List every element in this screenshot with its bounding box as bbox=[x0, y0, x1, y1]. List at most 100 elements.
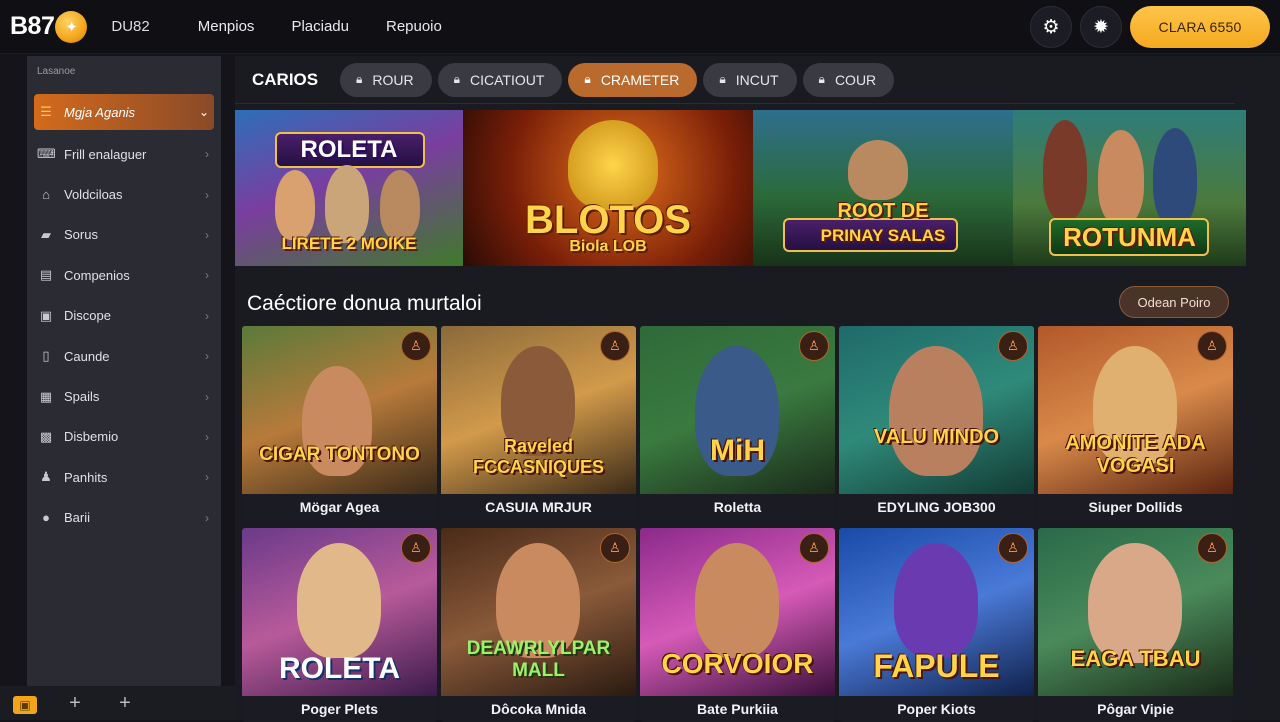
chevron-down-icon: ⌄ bbox=[198, 105, 209, 119]
chevron-right-icon: › bbox=[205, 470, 209, 485]
table-icon: ▤ bbox=[39, 267, 53, 283]
game-card[interactable]: DEAWRLYLPAR MALL ♙ Dôcoka Mnida bbox=[441, 528, 636, 722]
game-card[interactable]: AMONITE ADA VOGASI ♙ Siuper Dollids bbox=[1038, 326, 1233, 520]
banner-figure bbox=[1043, 120, 1087, 220]
sidebar-item-frill[interactable]: ⌨ Frill enalaguer › bbox=[27, 134, 221, 174]
sidebar-item-voldciloas[interactable]: ⌂ Voldciloas › bbox=[27, 174, 221, 214]
chip-incut[interactable]: 🔒︎ INCUT bbox=[703, 62, 797, 97]
sidebar-item-disbemio[interactable]: ▩ Disbemio › bbox=[27, 417, 221, 457]
nav-link-repuoio[interactable]: Repuoio bbox=[386, 18, 442, 35]
bell-icon: ♙ bbox=[410, 540, 422, 555]
favorite-button[interactable]: ♙ bbox=[998, 533, 1028, 563]
favorite-button[interactable]: ♙ bbox=[401, 331, 431, 361]
banner-root-de[interactable]: ROOT DE PRINAY SALAS bbox=[753, 110, 1013, 266]
sidebar-item-label: Barii bbox=[64, 510, 91, 526]
sidebar-item-label: Mgja Aganis bbox=[64, 104, 136, 120]
chip-label: CRAMETER bbox=[600, 71, 680, 88]
cta-button[interactable]: CLARA 6550 bbox=[1130, 6, 1270, 48]
bug-button[interactable]: ✹ bbox=[1080, 6, 1122, 48]
game-card[interactable]: CORVOIOR ♙ Bate Purkiia bbox=[640, 528, 835, 722]
favorite-button[interactable]: ♙ bbox=[799, 533, 829, 563]
lock-icon: 🔒︎ bbox=[719, 72, 726, 86]
game-name: EDYLING JOB300 bbox=[839, 494, 1034, 520]
lock-icon: 🔒︎ bbox=[453, 72, 461, 86]
main-content: CARIOS 🔒︎ ROUR 🔒︎ CICATIOUT 🔒︎ CRAMETER 🔒︎ I… bbox=[235, 56, 1280, 722]
banner-blotos[interactable]: BLOTOS Biola LOB bbox=[463, 110, 753, 266]
nav-link-menpios[interactable]: Menpios bbox=[198, 18, 255, 35]
sidebar-item-panhits[interactable]: ♟ Panhits › bbox=[27, 457, 221, 497]
favorite-button[interactable]: ♙ bbox=[799, 331, 829, 361]
list-icon: ☰ bbox=[40, 104, 52, 119]
favorite-button[interactable]: ♙ bbox=[401, 533, 431, 563]
wallet-icon: ▣ bbox=[13, 695, 37, 714]
bell-icon: ♙ bbox=[410, 338, 422, 353]
nav-link-placiadu[interactable]: Placiadu bbox=[291, 18, 349, 35]
sidebar-item-label: Panhits bbox=[64, 469, 108, 485]
sidebar-item-label: Caunde bbox=[64, 348, 110, 364]
game-card[interactable]: MiH ♙ Roletta bbox=[640, 326, 835, 520]
logo[interactable]: B87 ✦ bbox=[10, 10, 88, 43]
banner-rotunma[interactable]: ROTUNMA bbox=[1013, 110, 1246, 266]
category-bar: CARIOS 🔒︎ ROUR 🔒︎ CICATIOUT 🔒︎ CRAMETER 🔒︎ I… bbox=[235, 56, 1235, 104]
sidebar-item-discope[interactable]: ▣ Discope › bbox=[27, 296, 221, 336]
logo-text: B87 bbox=[10, 12, 55, 40]
bell-icon: ♙ bbox=[609, 540, 621, 555]
document-icon: ▣ bbox=[39, 307, 53, 323]
sidebar-item-sorus[interactable]: ▰ Sorus › bbox=[27, 215, 221, 255]
favorite-button[interactable]: ♙ bbox=[998, 331, 1028, 361]
banner-title: BLOTOS bbox=[525, 198, 691, 242]
sidebar-item-compenios[interactable]: ▤ Compenios › bbox=[27, 255, 221, 295]
wallet-button[interactable]: ▣ bbox=[0, 692, 50, 715]
game-name: Roletta bbox=[640, 494, 835, 520]
house-icon: ⌂ bbox=[42, 187, 50, 203]
game-card[interactable]: CIGAR TONTONO ♙ Mögar Agea bbox=[242, 326, 437, 520]
sidebar-item-label: Sorus bbox=[64, 227, 98, 243]
chevron-right-icon: › bbox=[205, 268, 209, 283]
game-art-title: CORVOIOR bbox=[661, 648, 814, 679]
brand-subtitle: DU82 bbox=[111, 18, 150, 35]
sidebar-item-mgja-aganis[interactable]: ☰ Mgja Aganis ⌄ bbox=[34, 94, 214, 130]
banner-figure bbox=[848, 140, 908, 200]
settings-button[interactable]: ⚙ bbox=[1030, 6, 1072, 48]
favorite-button[interactable]: ♙ bbox=[600, 331, 630, 361]
user-icon: ♟ bbox=[40, 469, 52, 485]
favorite-button[interactable]: ♙ bbox=[1197, 331, 1227, 361]
game-card[interactable]: ROLETA ♙ Poger Plets bbox=[242, 528, 437, 722]
game-card[interactable]: Raveled FCCASNIQUES ♙ CASUIA MRJUR bbox=[441, 326, 636, 520]
add-button[interactable]: + bbox=[50, 692, 100, 715]
game-art-title: FAPULE bbox=[873, 648, 1000, 684]
plus-icon: + bbox=[69, 691, 81, 714]
favorite-button[interactable]: ♙ bbox=[1197, 533, 1227, 563]
game-figure bbox=[297, 543, 381, 658]
game-card[interactable]: EAGA TBAU ♙ Pôgar Vipie bbox=[1038, 528, 1233, 722]
banner-roleta[interactable]: ROLETA LIRETE 2 MOIKE bbox=[235, 110, 463, 266]
game-card[interactable]: FAPULE ♙ Poper Kiots bbox=[839, 528, 1034, 722]
bell-icon: ♙ bbox=[1007, 338, 1019, 353]
lock-icon: 🔒︎ bbox=[356, 72, 363, 86]
circle-icon: ● bbox=[42, 510, 50, 526]
sidebar-item-label: Voldciloas bbox=[64, 187, 123, 203]
gear-icon: ⚙ bbox=[1042, 16, 1060, 38]
banner-title: ROOT DE bbox=[837, 200, 929, 222]
game-art-title: Raveled FCCASNIQUES bbox=[472, 436, 604, 477]
see-all-button[interactable]: Odean Poiro bbox=[1119, 286, 1229, 318]
lock-icon: 🔒︎ bbox=[584, 72, 591, 86]
game-art-title: VALU MINDO bbox=[873, 426, 1000, 448]
banner-subtitle: Biola LOB bbox=[569, 238, 647, 255]
bug-icon: ✹ bbox=[1093, 16, 1109, 38]
game-name: Mögar Agea bbox=[242, 494, 437, 520]
chip-crameter[interactable]: 🔒︎ CRAMETER bbox=[568, 62, 698, 97]
chip-rour[interactable]: 🔒︎ ROUR bbox=[340, 62, 432, 97]
chip-cicatiout[interactable]: 🔒︎ CICATIOUT bbox=[437, 62, 563, 97]
favorite-button[interactable]: ♙ bbox=[600, 533, 630, 563]
chevron-right-icon: › bbox=[205, 147, 209, 162]
add-button-secondary[interactable]: + bbox=[100, 692, 150, 715]
sidebar-item-barii[interactable]: ● Barii › bbox=[27, 498, 221, 538]
game-card[interactable]: VALU MINDO ♙ EDYLING JOB300 bbox=[839, 326, 1034, 520]
chip-cour[interactable]: 🔒︎ COUR bbox=[802, 62, 895, 97]
sidebar-item-caunde[interactable]: ▯ Caunde › bbox=[27, 336, 221, 376]
chip-label: ROUR bbox=[372, 71, 414, 88]
banner-title: ROLETA bbox=[300, 136, 398, 163]
game-art-title: DEAWRLYLPAR MALL bbox=[466, 638, 611, 681]
sidebar-item-spails[interactable]: ▦ Spails › bbox=[27, 376, 221, 416]
